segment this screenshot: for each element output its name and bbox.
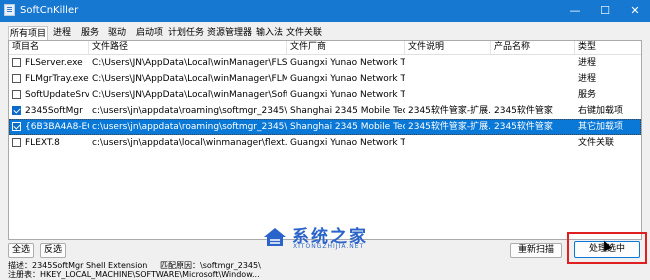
cell-vendor: Guangxi Yunao Network Tec... [290, 90, 405, 100]
table-row[interactable]: SoftUpdateSrv C:\Users\JN\AppData\Local\w… [9, 87, 641, 103]
table-row[interactable]: FLEXT.8 c:\users\jn\appdata\local\winmana… [9, 135, 641, 151]
cell-vendor: Guangxi Yunao Network Tec... [290, 138, 405, 148]
cell-desc [405, 71, 491, 87]
cell-path: C:\Users\JN\AppData\Local\winManager\FLS… [92, 58, 287, 68]
items-list[interactable]: 项目名 文件路径 文件厂商 文件说明 产品名称 类型 FLServer.exe C… [8, 40, 642, 240]
cell-name: SoftUpdateSrv [25, 90, 89, 100]
cell-path: C:\Users\JN\AppData\Local\winManager\FLM… [92, 74, 287, 84]
tab-drivers[interactable]: 驱动 [107, 26, 127, 40]
rescan-button[interactable]: 重新扫描 [510, 243, 562, 258]
cell-product [491, 55, 575, 71]
tab-all[interactable]: 所有项目 [8, 26, 49, 40]
cell-product: 2345软件管家 [494, 106, 553, 116]
table-row[interactable]: {6B3BA4A8-EC...c:\users\jn\appdata\roami… [9, 119, 641, 135]
column-header-vendor[interactable]: 文件厂商 [287, 41, 405, 54]
cell-name: {6B3BA4A8-EC... [25, 122, 89, 132]
cell-vendor: Guangxi Yunao Network Tec... [290, 58, 405, 68]
tab-services[interactable]: 服务 [80, 26, 100, 40]
cell-type: 文件关联 [578, 138, 615, 148]
row-checkbox[interactable] [12, 106, 21, 115]
cell-type: 右键加载项 [578, 106, 624, 116]
cell-desc: 2345软件管家-扩展... [408, 122, 491, 132]
row-checkbox[interactable] [12, 74, 21, 83]
status-registry: 注册表：HKEY_LOCAL_MACHINE\SOFTWARE\Microsof… [8, 270, 260, 279]
cell-product [491, 135, 575, 151]
cell-type: 服务 [578, 90, 597, 100]
cell-path: C:\Users\JN\AppData\Local\winManager\Sof… [92, 90, 287, 100]
cell-path: c:\users\jn\appdata\roaming\softmgr_2345… [92, 106, 287, 116]
cell-desc [405, 87, 491, 103]
row-checkbox[interactable] [12, 122, 21, 131]
column-header-product[interactable]: 产品名称 [491, 41, 575, 54]
cell-desc [405, 55, 491, 71]
row-checkbox[interactable] [12, 58, 21, 67]
cell-desc [405, 135, 491, 151]
table-row[interactable]: FLMgrTray.exe C:\Users\JN\AppData\Local\w… [9, 71, 641, 87]
cell-name: FLServer.exe [25, 58, 83, 68]
invert-selection-button[interactable]: 反选 [40, 243, 66, 258]
app-icon [4, 4, 15, 16]
window-title: SoftCnKiller [20, 5, 79, 16]
tab-scheduled-tasks[interactable]: 计划任务 [167, 26, 205, 40]
tab-ime[interactable]: 输入法 [255, 26, 284, 40]
column-header-desc[interactable]: 文件说明 [405, 41, 491, 54]
select-all-button[interactable]: 全选 [8, 243, 34, 258]
tab-strip: 所有项目 进程 服务 驱动 启动项 计划任务 资源管理器 输入法 文件关联 [0, 26, 650, 40]
minimize-button[interactable]: — [560, 0, 590, 22]
cell-name: FLMgrTray.exe [25, 74, 89, 84]
cell-name: FLEXT.8 [25, 138, 60, 148]
cell-product [491, 71, 575, 87]
cell-product: 2345软件管家 [494, 122, 553, 132]
watermark-subtitle: XITONGZHIJIA.NET [293, 243, 365, 250]
house-logo-icon [264, 228, 286, 246]
close-button[interactable]: ✕ [620, 0, 650, 22]
tab-startup[interactable]: 启动项 [135, 26, 164, 40]
column-header-type[interactable]: 类型 [575, 41, 641, 54]
cell-vendor: Shanghai 2345 Mobile Tec... [290, 106, 405, 116]
cell-name: 2345SoftMgr [25, 106, 83, 116]
tab-file-assoc[interactable]: 文件关联 [285, 26, 323, 40]
cell-vendor: Guangxi Yunao Network Tec... [290, 74, 405, 84]
table-row[interactable]: FLServer.exe C:\Users\JN\AppData\Local\wi… [9, 55, 641, 71]
cell-path: c:\users\jn\appdata\local\winmanager\fle… [92, 138, 287, 148]
row-checkbox[interactable] [12, 138, 21, 147]
cell-vendor: Shanghai 2345 Mobile Tec... [290, 122, 405, 132]
title-bar: SoftCnKiller — ☐ ✕ [0, 0, 650, 22]
cell-product [491, 87, 575, 103]
list-header: 项目名 文件路径 文件厂商 文件说明 产品名称 类型 [9, 41, 641, 55]
column-header-name[interactable]: 项目名 [9, 41, 89, 54]
row-checkbox[interactable] [12, 90, 21, 99]
cell-desc: 2345软件管家-扩展... [408, 106, 491, 116]
maximize-button[interactable]: ☐ [590, 0, 620, 22]
cell-type: 其它加载项 [578, 122, 624, 132]
tab-processes[interactable]: 进程 [52, 26, 72, 40]
table-row[interactable]: 2345SoftMgr c:\users\jn\appdata\roaming\s… [9, 103, 641, 119]
tab-explorer[interactable]: 资源管理器 [206, 26, 253, 40]
column-header-path[interactable]: 文件路径 [89, 41, 287, 54]
cell-type: 进程 [578, 58, 597, 68]
cell-path: c:\users\jn\appdata\roaming\softmgr_2345… [92, 122, 287, 132]
site-watermark: 系统之家 XITONGZHIJIA.NET [262, 222, 412, 252]
cell-type: 进程 [578, 74, 597, 84]
